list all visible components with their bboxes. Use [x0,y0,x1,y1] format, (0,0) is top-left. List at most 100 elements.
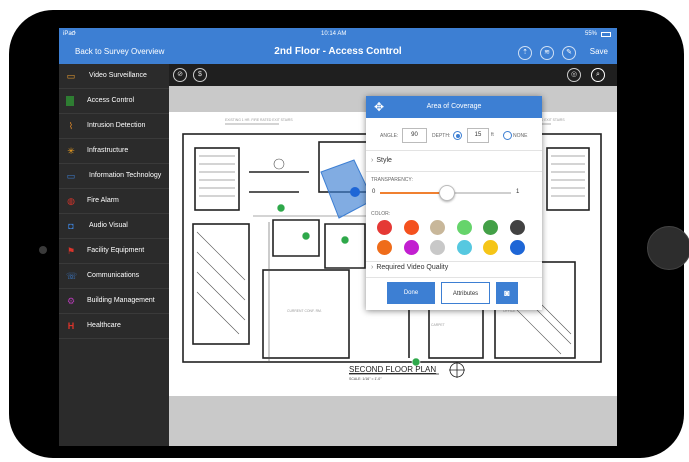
door-icon [66,96,74,106]
edit-icon[interactable]: ✎ [562,46,576,60]
clock: 10:14 AM [321,31,347,37]
color-swatch[interactable] [430,240,445,255]
style-label: Style [376,157,392,164]
sidebar-item-infrastructure[interactable]: ✳ Infrastructure [59,139,169,164]
sensor-icon: ⌇ [68,121,74,131]
front-camera [39,246,47,254]
depth-unit: ft [491,132,494,138]
battery-percent: 55% [585,31,598,37]
color-swatch[interactable] [430,220,445,235]
phone-icon: ☏ [66,271,78,281]
depth-label: DEPTH: [432,133,451,139]
svg-text:CURRENT CONF. RM.: CURRENT CONF. RM. [287,309,322,313]
network-icon: ✳ [67,146,75,156]
sidebar-item-video-surveillance[interactable]: ▭ Video Surveillance [59,64,169,89]
sidebar-item-label: Information Technology [89,172,162,179]
sidebar-item-label: Access Control [87,97,135,104]
transparency-label: TRANSPARENCY: [371,177,413,183]
color-swatch[interactable] [403,220,419,235]
color-swatch[interactable] [483,240,498,255]
panel-header: ✥ Area of Coverage [366,96,542,118]
floorplan-scale: SCALE: 1/16" = 1'-0" [349,377,382,381]
color-swatch[interactable] [456,220,472,235]
sidebar-item-label: Audio Visual [89,222,128,229]
color-swatch[interactable] [509,240,525,255]
color-swatch[interactable] [403,240,419,255]
dollar-icon[interactable]: $ [193,68,207,82]
sidebar-item-label: Infrastructure [87,147,129,154]
divider [366,150,542,151]
sidebar-item-facility-equipment[interactable]: ⚑ Facility Equipment [59,239,169,264]
style-row[interactable]: › Style [371,157,392,164]
fire-icon: ◍ [67,196,75,206]
camera-icon[interactable]: ◙ [496,282,518,304]
transparency-max: 1 [516,189,520,195]
search-icon[interactable]: ⌕ [591,68,605,82]
depth-radio[interactable] [453,131,462,140]
sidebar-item-building-management[interactable]: ⚙ Building Management [59,289,169,314]
video-quality-label: Required Video Quality [376,264,449,271]
svg-text:CARPET: CARPET [431,323,445,327]
transparency-min: 0 [372,189,376,195]
area-of-coverage-panel: ✥ Area of Coverage ANGLE: 90 DEPTH: 15 f… [366,96,542,310]
slider-fill [380,192,446,194]
chevron-right-icon: › [371,264,374,271]
transparency-slider-thumb[interactable] [438,185,455,201]
color-swatch[interactable] [509,220,525,235]
sidebar-item-label: Intrusion Detection [87,122,146,129]
done-button[interactable]: Done [387,282,435,304]
divider [366,277,542,278]
no-entry-icon[interactable]: ⊘ [173,68,187,82]
sidebar-item-access-control[interactable]: Access Control [59,89,169,114]
sidebar-item-information-technology[interactable]: ▭ Information Technology [59,164,169,189]
sidebar-item-label: Building Management [87,297,155,304]
divider [366,261,542,262]
color-swatch[interactable] [483,220,498,235]
category-sidebar: ▭ Video Surveillance Access Control ⌇ In… [59,64,169,446]
sidebar-item-label: Facility Equipment [87,247,145,254]
sidebar-item-label: Healthcare [87,322,121,329]
color-label: COLOR: [371,211,391,217]
attributes-button[interactable]: Attributes [441,282,490,304]
sidebar-item-label: Video Surveillance [89,72,147,79]
none-radio[interactable] [503,131,512,140]
status-bar: iPad ◠ 10:14 AM 55% [59,28,617,42]
sidebar-item-fire-alarm[interactable]: ◍ Fire Alarm [59,189,169,214]
share-icon[interactable]: ⇡ [518,46,532,60]
av-icon: ◘ [68,221,74,231]
svg-text:EXISTING 1 HR. FIRE RATED EXIT: EXISTING 1 HR. FIRE RATED EXIT STAIRS [225,118,293,122]
camera-icon: ▭ [66,71,76,81]
sidebar-item-label: Communications [87,272,140,279]
equipment-icon: ⚑ [66,246,76,256]
sidebar-item-audio-visual[interactable]: ◘ Audio Visual [59,214,169,239]
health-icon: H [67,321,75,331]
color-swatch[interactable] [377,240,392,255]
divider [366,171,542,172]
video-quality-row[interactable]: › Required Video Quality [371,264,448,271]
back-button[interactable]: Back to Survey Overview [75,47,164,56]
sidebar-item-communications[interactable]: ☏ Communications [59,264,169,289]
color-swatch[interactable] [377,220,392,235]
computer-icon: ▭ [66,171,76,181]
sidebar-item-intrusion-detection[interactable]: ⌇ Intrusion Detection [59,114,169,139]
camera-off-icon[interactable]: ◎ [567,68,581,82]
depth-field[interactable]: 15 [467,128,489,143]
battery-icon [601,32,611,37]
save-button[interactable]: Save [590,47,608,56]
angle-label: ANGLE: [380,133,399,139]
nav-bar: Back to Survey Overview 2nd Floor - Acce… [59,42,617,64]
app-screen: iPad ◠ 10:14 AM 55% Back to Survey Overv… [59,28,617,446]
none-label: NONE [513,133,528,139]
home-button[interactable] [647,226,689,270]
color-swatch[interactable] [456,240,472,255]
layers-icon[interactable]: ≋ [540,46,554,60]
floorplan-title: SECOND FLOOR PLAN [349,365,436,374]
sidebar-item-healthcare[interactable]: H Healthcare [59,314,169,339]
floorplan-canvas[interactable]: EXISTING 1 HR. FIRE RATED EXIT STAIRS EX… [169,86,617,446]
panel-title: Area of Coverage [426,103,482,110]
wifi-icon: ◠ [71,31,77,37]
angle-field[interactable]: 90 [402,128,427,143]
north-arrow-icon [449,362,465,378]
plan-toolbar: ⊘ $ ◎ ⌕ [169,64,617,86]
chevron-right-icon: › [371,157,374,164]
